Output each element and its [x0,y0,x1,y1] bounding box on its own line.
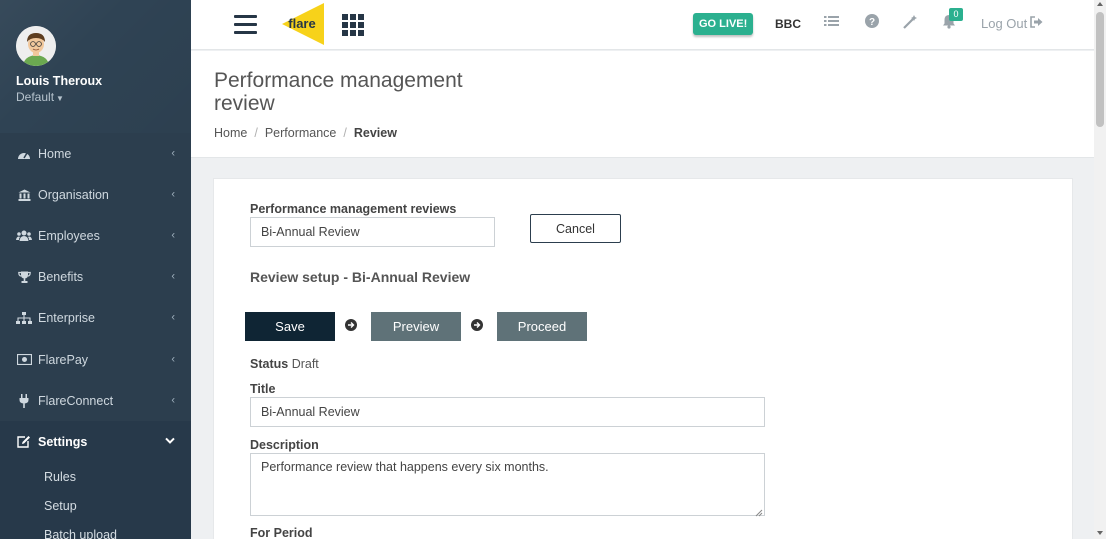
dashboard-icon [16,148,32,160]
arrow-circle-right-icon [471,319,483,331]
description-field-value: Performance review that happens every si… [261,460,549,474]
notification-badge: 0 [949,8,963,21]
logout-link[interactable]: Log Out [981,16,1043,31]
description-field[interactable]: Performance review that happens every si… [250,453,765,517]
chevron-left-icon: ‹ [171,146,175,159]
sidebar-item-enterprise[interactable]: Enterprise ‹ [0,298,191,339]
sidebar-item-label: Benefits [38,270,84,285]
breadcrumb-separator: / [343,126,347,140]
subnav-item-batch-upload[interactable]: Batch upload [0,521,191,539]
chevron-left-icon: ‹ [171,394,175,407]
subnav-item-rules[interactable]: Rules [0,463,191,492]
chevron-left-icon: ‹ [171,352,175,365]
preview-button[interactable]: Preview [371,312,461,341]
chevron-left-icon: ‹ [171,229,175,242]
sidebar-item-home[interactable]: Home ‹ [0,133,191,174]
breadcrumb: Home / Performance / Review [214,126,397,140]
sign-out-icon [1027,16,1043,31]
sidebar-item-label: Organisation [38,187,109,202]
breadcrumb-separator: / [254,126,258,140]
sidebar-item-flareconnect[interactable]: FlareConnect ‹ [0,380,191,421]
plug-icon [16,393,32,408]
period-label: For Period [250,526,313,539]
sidebar-item-flarepay[interactable]: FlarePay ‹ [0,339,191,380]
bank-icon [16,189,32,201]
chevron-down-icon [165,435,175,447]
sidebar-item-label: Settings [38,434,88,449]
company-name[interactable]: BBC [775,17,801,31]
settings-subnav: Rules Setup Batch upload [0,462,191,539]
sidebar-item-employees[interactable]: Employees ‹ [0,215,191,256]
chevron-left-icon: ‹ [171,311,175,324]
apps-grid-icon[interactable] [342,14,364,36]
title-field-value: Bi-Annual Review [261,405,360,419]
title-label: Title [250,382,276,396]
sidebar-item-organisation[interactable]: Organisation ‹ [0,174,191,215]
breadcrumb-performance[interactable]: Performance [265,126,337,140]
sidebar-item-label: FlarePay [38,352,89,367]
help-icon[interactable]: ? [865,14,883,32]
avatar[interactable] [16,26,56,66]
sidebar-item-label: Home [38,146,72,161]
go-live-button[interactable]: GO LIVE! [693,13,754,35]
user-role-dropdown[interactable]: Default ▼ [16,90,175,104]
page-scrollbar[interactable] [1094,0,1106,539]
reviews-select-label: Performance management reviews [250,202,457,216]
subnav-item-setup[interactable]: Setup [0,492,191,521]
svg-text:?: ? [869,17,875,28]
sidebar-nav: Home ‹ Organisation ‹ Employees ‹ Benefi… [0,133,191,463]
save-button[interactable]: Save [245,312,335,341]
status-label: Status [250,357,289,371]
title-field[interactable]: Bi-Annual Review [250,397,765,427]
sidebar-item-label: Enterprise [38,311,95,326]
list-icon[interactable] [824,14,842,32]
edit-icon [16,435,32,449]
status-value: Draft [291,357,319,371]
cancel-button[interactable]: Cancel [530,214,621,243]
resize-handle-icon[interactable] [755,506,763,517]
review-form-card: Performance management reviews Bi-Annual… [213,178,1073,539]
trophy-icon [16,271,32,284]
sitemap-icon [16,312,32,325]
chevron-left-icon: ‹ [171,270,175,283]
section-title: Review setup - Bi-Annual Review [250,269,471,285]
breadcrumb-current: Review [353,126,397,140]
user-profile: Louis Theroux Default ▼ [0,0,191,133]
flare-logo-text: flare [288,16,315,31]
users-icon [16,230,32,242]
breadcrumb-home[interactable]: Home [214,126,247,140]
sidebar-item-label: FlareConnect [38,393,114,408]
reviews-select-value: Bi-Annual Review [261,225,360,239]
arrow-circle-right-icon [345,319,357,331]
chevron-left-icon: ‹ [171,188,175,201]
page-title: Performance management review [214,69,463,115]
status-line: Status Draft [250,357,319,371]
logout-label: Log Out [981,16,1028,31]
sidebar-item-benefits[interactable]: Benefits ‹ [0,257,191,298]
money-icon [16,354,32,366]
scroll-down-icon[interactable] [1097,531,1103,535]
proceed-button[interactable]: Proceed [497,312,587,341]
flare-logo[interactable]: flare [281,2,325,46]
page-header: Performance management review Home / Perfo… [191,51,1094,158]
sidebar-item-label: Employees [38,228,100,243]
description-label: Description [250,438,319,452]
top-bar: flare GO LIVE! BBC ? 0 Log Out [191,0,1094,50]
magic-wand-icon[interactable] [903,14,921,32]
scroll-up-icon[interactable] [1097,2,1103,6]
sidebar: Louis Theroux Default ▼ Home ‹ Organisati… [0,0,191,539]
caret-down-icon: ▼ [56,94,64,103]
sidebar-item-settings[interactable]: Settings [0,421,191,463]
scrollbar-thumb[interactable] [1096,12,1104,127]
reviews-select[interactable]: Bi-Annual Review [250,217,495,247]
user-name: Louis Theroux [16,74,103,88]
user-role-label: Default [16,90,55,104]
menu-toggle-icon[interactable] [234,15,257,35]
